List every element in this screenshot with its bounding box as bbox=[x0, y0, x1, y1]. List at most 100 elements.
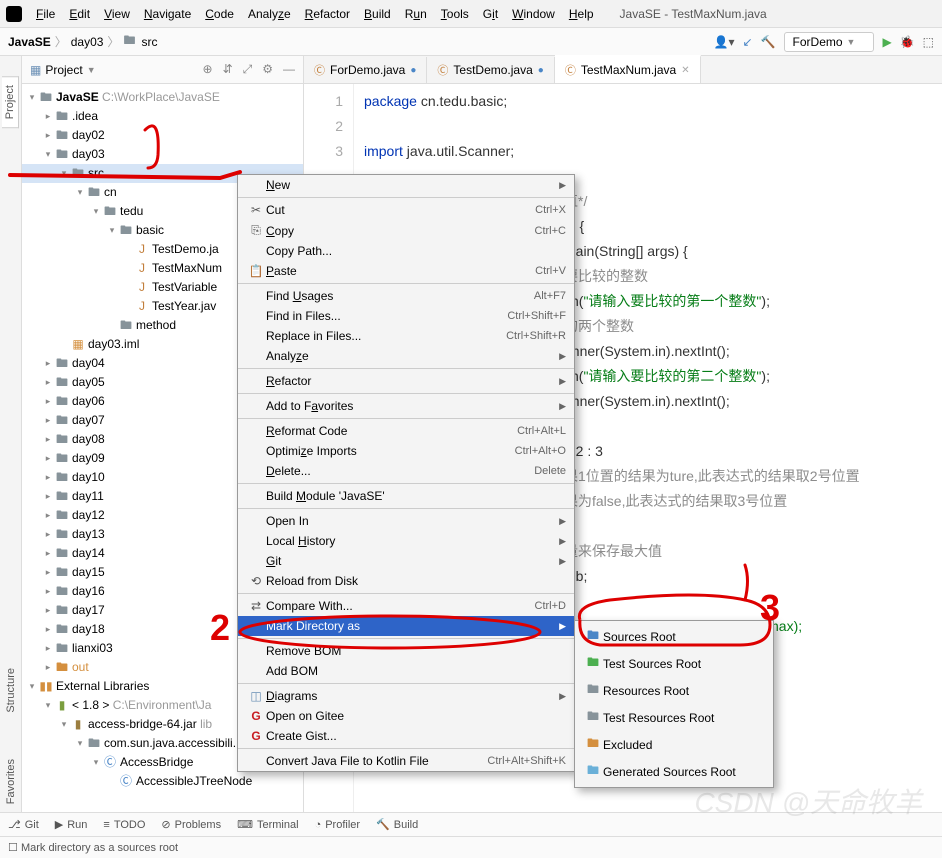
menu-refactor[interactable]: Refactor▶ bbox=[238, 371, 574, 391]
menu-optimize-imports[interactable]: Optimize ImportsCtrl+Alt+O bbox=[238, 441, 574, 461]
menu-refactor[interactable]: Refactor bbox=[299, 5, 356, 23]
menu-local-history[interactable]: Local History▶ bbox=[238, 531, 574, 551]
expand-all-icon[interactable]: ⇵ bbox=[223, 62, 233, 77]
menu-add-bom[interactable]: Add BOM bbox=[238, 661, 574, 681]
tool-tab-project[interactable]: Project bbox=[2, 76, 19, 128]
menu-copy-path[interactable]: Copy Path... bbox=[238, 241, 574, 261]
menu-code[interactable]: Code bbox=[199, 5, 240, 23]
menu-remove-bom[interactable]: Remove BOM bbox=[238, 641, 574, 661]
submenu-resources[interactable]: 🖿Resources Root bbox=[575, 677, 773, 704]
menu-add-favorites[interactable]: Add to Favorites▶ bbox=[238, 396, 574, 416]
editor-tab[interactable]: ⒸForDemo.java● bbox=[304, 57, 427, 83]
tree-item[interactable]: ▸🖿.idea bbox=[22, 107, 303, 126]
editor-tab-active[interactable]: ⒸTestMaxNum.java✕ bbox=[555, 55, 701, 83]
breadcrumb-p2[interactable]: src bbox=[141, 35, 157, 49]
menu-delete[interactable]: Delete...Delete bbox=[238, 461, 574, 481]
tab-problems[interactable]: ⊘Problems bbox=[161, 818, 221, 831]
test-resources-folder-icon: 🖿 bbox=[583, 707, 603, 728]
menu-diagrams[interactable]: ◫Diagrams▶ bbox=[238, 686, 574, 706]
tab-run[interactable]: ▶Run bbox=[55, 818, 88, 831]
test-folder-icon: 🖿 bbox=[583, 653, 603, 674]
menu-compare[interactable]: ⇄Compare With...Ctrl+D bbox=[238, 596, 574, 616]
menu-run[interactable]: Run bbox=[399, 5, 433, 23]
menu-find-in-files[interactable]: Find in Files...Ctrl+Shift+F bbox=[238, 306, 574, 326]
select-opened-file-icon[interactable]: ⊕ bbox=[203, 62, 213, 77]
menu-paste[interactable]: 📋PasteCtrl+V bbox=[238, 261, 574, 281]
problems-icon: ⊘ bbox=[161, 818, 170, 831]
hide-icon[interactable]: — bbox=[283, 62, 295, 77]
user-icon[interactable]: 👤▾ bbox=[714, 35, 735, 49]
project-view-label[interactable]: Project bbox=[45, 63, 82, 77]
menu-mark-directory[interactable]: Mark Directory as▶ bbox=[238, 616, 574, 636]
submenu-excluded[interactable]: 🖿Excluded bbox=[575, 731, 773, 758]
build-icon: 🔨 bbox=[376, 818, 390, 831]
menu-cut[interactable]: ✂CutCtrl+X bbox=[238, 200, 574, 220]
todo-icon: ≡ bbox=[103, 819, 109, 831]
menu-new[interactable]: New▶ bbox=[238, 175, 574, 195]
close-tab-icon[interactable]: ● bbox=[538, 65, 544, 76]
collapse-all-icon[interactable]: ⤢ bbox=[243, 62, 253, 77]
menu-window[interactable]: Window bbox=[506, 5, 561, 23]
chevron-right-icon: 〉 bbox=[107, 33, 119, 50]
title-bar: File Edit View Navigate Code Analyze Ref… bbox=[0, 0, 942, 28]
project-view-icon: ▦ bbox=[30, 63, 41, 77]
menu-find-usages[interactable]: Find UsagesAlt+F7 bbox=[238, 286, 574, 306]
generated-folder-icon: 🖿 bbox=[583, 761, 603, 782]
tree-item[interactable]: ▸🖿day02 bbox=[22, 126, 303, 145]
menu-create-gist[interactable]: GCreate Gist... bbox=[238, 726, 574, 746]
menu-build[interactable]: Build bbox=[358, 5, 397, 23]
run-with-coverage-icon[interactable]: ⬚ bbox=[923, 35, 934, 49]
debug-button[interactable]: 🐞 bbox=[900, 35, 915, 49]
terminal-icon: ⌨ bbox=[237, 818, 253, 831]
java-class-icon: Ⓒ bbox=[437, 62, 448, 78]
tab-profiler[interactable]: ◔Profiler bbox=[315, 819, 361, 831]
tool-tab-structure[interactable]: Structure bbox=[3, 660, 19, 721]
menu-file[interactable]: File bbox=[30, 5, 61, 23]
submenu-generated-sources[interactable]: 🖿Generated Sources Root bbox=[575, 758, 773, 785]
menu-open-in[interactable]: Open In▶ bbox=[238, 511, 574, 531]
menu-build-module[interactable]: Build Module 'JavaSE' bbox=[238, 486, 574, 506]
dropdown-icon[interactable]: ▼ bbox=[87, 65, 96, 75]
gitee-icon: G bbox=[246, 709, 266, 723]
tab-terminal[interactable]: ⌨Terminal bbox=[237, 818, 298, 831]
menu-analyze[interactable]: Analyze▶ bbox=[238, 346, 574, 366]
run-config-label: ForDemo bbox=[793, 35, 843, 49]
menu-help[interactable]: Help bbox=[563, 5, 600, 23]
tab-build[interactable]: 🔨Build bbox=[376, 818, 418, 831]
breadcrumb-p1[interactable]: day03 bbox=[71, 35, 104, 49]
menu-git[interactable]: Git▶ bbox=[238, 551, 574, 571]
menu-open-gitee[interactable]: GOpen on Gitee bbox=[238, 706, 574, 726]
navigation-bar: JavaSE 〉 day03 〉 🖿 src 👤▾ ↙ 🔨 ForDemo ▼ … bbox=[0, 28, 942, 56]
reload-icon: ⟲ bbox=[246, 574, 266, 588]
run-button[interactable]: ▶ bbox=[882, 35, 891, 49]
menu-reload[interactable]: ⟲Reload from Disk bbox=[238, 571, 574, 591]
menu-edit[interactable]: Edit bbox=[63, 5, 96, 23]
menu-reformat[interactable]: Reformat CodeCtrl+Alt+L bbox=[238, 421, 574, 441]
settings-icon[interactable]: ⚙ bbox=[262, 62, 273, 77]
tree-project-root[interactable]: ▾🖿JavaSE C:\WorkPlace\JavaSE bbox=[22, 88, 303, 107]
close-tab-icon[interactable]: ✕ bbox=[681, 65, 689, 76]
menu-navigate[interactable]: Navigate bbox=[138, 5, 197, 23]
cut-icon: ✂ bbox=[246, 203, 266, 217]
tab-git[interactable]: ⎇Git bbox=[8, 818, 39, 831]
submenu-test-sources[interactable]: 🖿Test Sources Root bbox=[575, 650, 773, 677]
menu-copy[interactable]: ⎘CopyCtrl+C bbox=[238, 220, 574, 241]
editor-tab[interactable]: ⒸTestDemo.java● bbox=[427, 57, 554, 83]
close-tab-icon[interactable]: ● bbox=[410, 65, 416, 76]
tab-todo[interactable]: ≡TODO bbox=[103, 819, 145, 831]
tree-class[interactable]: ⒸAccessibleJTreeNode bbox=[22, 772, 303, 791]
menu-analyze[interactable]: Analyze bbox=[242, 5, 297, 23]
build-icon[interactable]: 🔨 bbox=[761, 35, 776, 49]
submenu-sources-root[interactable]: 🖿Sources Root bbox=[575, 623, 773, 650]
tree-item[interactable]: ▾🖿day03 bbox=[22, 145, 303, 164]
menu-replace-in-files[interactable]: Replace in Files...Ctrl+Shift+R bbox=[238, 326, 574, 346]
run-config-select[interactable]: ForDemo ▼ bbox=[784, 32, 875, 52]
menu-git[interactable]: Git bbox=[477, 5, 504, 23]
breadcrumb-root[interactable]: JavaSE bbox=[8, 35, 51, 49]
menu-tools[interactable]: Tools bbox=[435, 5, 475, 23]
submenu-test-resources[interactable]: 🖿Test Resources Root bbox=[575, 704, 773, 731]
menu-convert-kotlin[interactable]: Convert Java File to Kotlin FileCtrl+Alt… bbox=[238, 751, 574, 771]
menu-view[interactable]: View bbox=[98, 5, 136, 23]
tool-tab-favorites[interactable]: Favorites bbox=[3, 751, 19, 812]
vcs-update-icon[interactable]: ↙ bbox=[743, 35, 753, 49]
